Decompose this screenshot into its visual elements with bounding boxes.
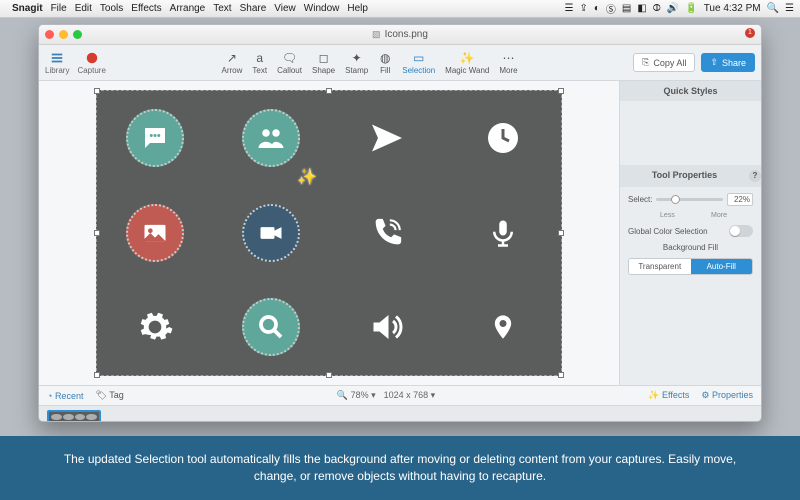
menu-window[interactable]: Window: [304, 3, 340, 14]
icon-send[interactable]: [358, 109, 416, 167]
tool-callout[interactable]: 🗨Callout: [277, 51, 302, 75]
dimensions[interactable]: 1024 x 768 ▾: [384, 390, 436, 401]
properties-button[interactable]: ⚙ Properties: [701, 390, 753, 401]
select-slider[interactable]: Select: 22%: [628, 193, 753, 206]
capture-button[interactable]: Capture: [77, 51, 105, 75]
canvas[interactable]: ✨: [96, 90, 562, 376]
minimize-button[interactable]: [59, 30, 68, 39]
tool-properties-header: Tool Properties ?: [620, 165, 761, 187]
dropbox-icon[interactable]: ⇪: [579, 3, 587, 14]
icon-video[interactable]: [242, 204, 300, 262]
quick-styles-header[interactable]: Quick Styles: [620, 81, 761, 101]
selection-handle[interactable]: [558, 372, 564, 378]
selection-handle[interactable]: [94, 230, 100, 236]
tool-magic-wand[interactable]: ✨Magic Wand: [445, 51, 489, 75]
selection-handle[interactable]: [558, 88, 564, 94]
mac-menubar: Snagit File Edit Tools Effects Arrange T…: [0, 0, 800, 18]
app-name[interactable]: Snagit: [12, 3, 43, 14]
copy-all-button[interactable]: ⎘Copy All: [633, 53, 695, 72]
status-bar: ◔ Recent 🏷 Tag 🔍 78% ▾ 1024 x 768 ▾ ✨ Ef…: [39, 385, 761, 405]
menu-help[interactable]: Help: [347, 3, 368, 14]
magic-wand-cursor: ✨: [297, 167, 317, 187]
thumbnail-tray: .png: [39, 405, 761, 422]
zoom-indicator[interactable]: 🔍 78% ▾: [337, 390, 376, 401]
document-icon: ▧: [372, 29, 381, 40]
seg-autofill[interactable]: Auto-Fill: [691, 259, 753, 274]
bg-fill-segmented[interactable]: Transparent Auto-Fill: [628, 258, 753, 275]
icon-mic[interactable]: [474, 204, 532, 262]
tray-icon[interactable]: ◧: [637, 3, 646, 14]
icon-chat[interactable]: [126, 109, 184, 167]
selection-handle[interactable]: [326, 372, 332, 378]
tray-icon[interactable]: ◐: [594, 3, 600, 14]
help-icon[interactable]: ?: [749, 170, 761, 182]
tool-more[interactable]: ⋯More: [499, 51, 517, 75]
tool-fill[interactable]: ◍Fill: [378, 51, 392, 75]
snagit-tray-icon[interactable]: Ⓢ: [606, 1, 616, 16]
menu-effects[interactable]: Effects: [131, 3, 161, 14]
menu-icon[interactable]: ☰: [785, 3, 794, 14]
tag-button[interactable]: 🏷 Tag: [95, 390, 123, 401]
menu-arrange[interactable]: Arrange: [170, 3, 206, 14]
tool-selection[interactable]: ▭Selection: [402, 51, 435, 75]
notification-badge[interactable]: 1: [745, 28, 755, 38]
titlebar: ▧ Icons.png 1: [39, 25, 761, 45]
system-tray: ☰ ⇪ ◐ Ⓢ ▤ ◧ ⦷ 🔊 🔋 Tue 4:32 PM 🔍 ☰: [564, 1, 794, 16]
menu-share[interactable]: Share: [240, 3, 267, 14]
selection-handle[interactable]: [558, 230, 564, 236]
window-title: Icons.png: [385, 29, 428, 40]
selection-handle[interactable]: [326, 88, 332, 94]
tool-stamp[interactable]: ✦Stamp: [345, 51, 368, 75]
icon-clock[interactable]: [474, 109, 532, 167]
feature-caption: The updated Selection tool automatically…: [0, 436, 800, 500]
icon-location[interactable]: [474, 298, 532, 356]
menu-view[interactable]: View: [274, 3, 296, 14]
toolbar: Library Capture ↗Arrow aText 🗨Callout ◻S…: [39, 45, 761, 81]
selection-handle[interactable]: [94, 88, 100, 94]
selection-handle[interactable]: [94, 372, 100, 378]
close-button[interactable]: [45, 30, 54, 39]
library-button[interactable]: Library: [45, 51, 69, 75]
icon-people[interactable]: [242, 109, 300, 167]
icon-volume[interactable]: [358, 298, 416, 356]
seg-transparent[interactable]: Transparent: [629, 259, 691, 274]
menu-file[interactable]: File: [51, 3, 67, 14]
volume-icon[interactable]: 🔊: [667, 3, 679, 14]
menu-edit[interactable]: Edit: [75, 3, 92, 14]
tray-icon[interactable]: ▤: [622, 3, 631, 14]
tool-shape[interactable]: ◻Shape: [312, 51, 335, 75]
select-value[interactable]: 22%: [727, 193, 753, 206]
menu-tools[interactable]: Tools: [100, 3, 123, 14]
bg-fill-label: Background Fill: [628, 243, 753, 252]
tool-text[interactable]: aText: [252, 51, 267, 75]
battery-icon[interactable]: 🔋: [685, 3, 697, 14]
share-button[interactable]: ⇧Share: [701, 53, 755, 72]
tray-icon[interactable]: ☰: [564, 3, 573, 14]
tool-arrow[interactable]: ↗Arrow: [222, 51, 243, 75]
recent-button[interactable]: ◔ Recent: [47, 391, 83, 401]
app-window: ▧ Icons.png 1 Library Capture ↗Arrow aTe…: [38, 24, 762, 422]
share-icon: ⇧: [710, 57, 718, 68]
search-icon[interactable]: 🔍: [767, 3, 779, 14]
zoom-button[interactable]: [73, 30, 82, 39]
icon-search[interactable]: [242, 298, 300, 356]
thumbnail[interactable]: .png: [47, 410, 101, 423]
copy-icon: ⎘: [642, 57, 649, 68]
global-color-toggle[interactable]: [729, 225, 753, 237]
icon-photo[interactable]: [126, 204, 184, 262]
menu-text[interactable]: Text: [213, 3, 231, 14]
traffic-lights: [45, 30, 82, 39]
icon-call[interactable]: [358, 204, 416, 262]
clock[interactable]: Tue 4:32 PM: [704, 3, 761, 14]
side-panel: Quick Styles Tool Properties ? Select: 2…: [619, 81, 761, 385]
effects-button[interactable]: ✨ Effects: [648, 390, 689, 401]
wifi-icon[interactable]: ⦷: [653, 3, 661, 14]
icon-gear[interactable]: [126, 298, 184, 356]
canvas-area[interactable]: ✨: [39, 81, 619, 385]
